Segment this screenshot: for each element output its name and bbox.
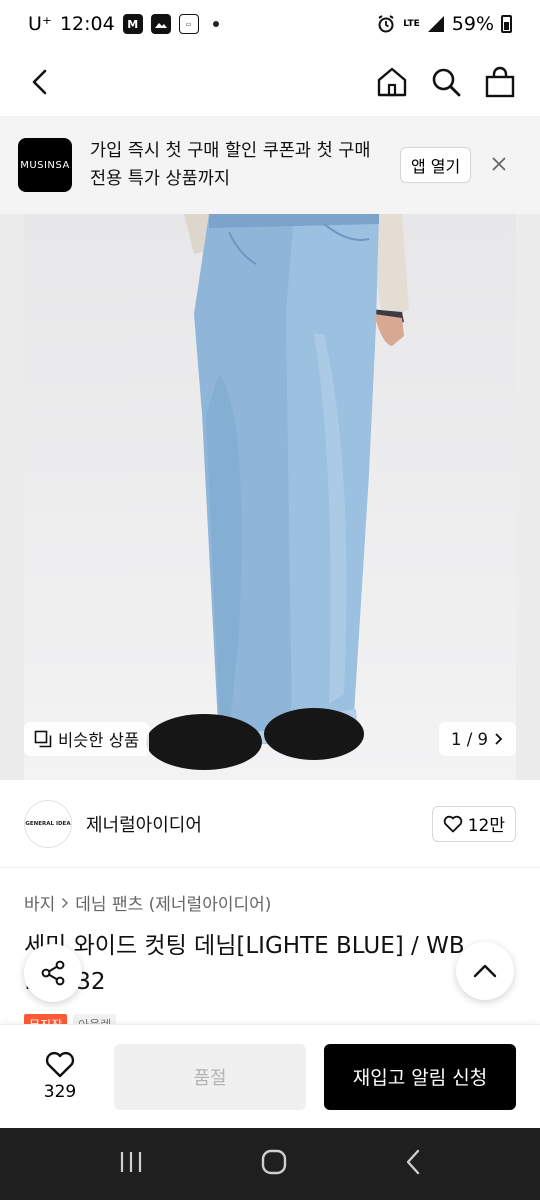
app-notification-icon: ▭	[178, 14, 199, 34]
app-install-banner: MUSINSA 가입 즉시 첫 구매 할인 쿠폰과 첫 구매 전용 특가 상품까…	[0, 116, 540, 214]
status-bar: U⁺ 12:04 M ▭ LTE 59%	[0, 0, 540, 48]
home-system-button[interactable]	[260, 1148, 288, 1180]
product-photo	[24, 214, 516, 780]
lte-indicator: LTE	[403, 18, 420, 29]
carrier: U⁺	[28, 13, 52, 35]
restock-alert-button[interactable]: 재입고 알림 신청	[324, 1043, 516, 1110]
brand-like-count: 12만	[467, 816, 505, 836]
brand-row: GENERAL IDEA 제너럴아이디어 12만	[0, 780, 540, 868]
open-app-button[interactable]: 앱 열기	[400, 147, 472, 183]
signal-icon	[427, 16, 444, 32]
back-arrow-icon	[406, 1149, 420, 1175]
cart-button[interactable]	[484, 66, 516, 98]
close-icon	[492, 156, 506, 171]
home-icon	[377, 67, 407, 97]
musinsa-notification-icon: M	[122, 14, 143, 34]
back-system-button[interactable]	[404, 1148, 422, 1180]
heart-icon	[45, 1051, 75, 1078]
battery-percent: 59%	[451, 13, 494, 35]
home-button[interactable]	[376, 66, 408, 98]
chevron-left-icon	[32, 69, 47, 95]
breadcrumb-subcategory[interactable]: 데님 팬츠 (제너럴아이디어)	[75, 890, 271, 915]
similar-products-label: 비슷한 상품	[58, 731, 140, 750]
gallery-notification-icon	[150, 14, 171, 34]
status-left: U⁺ 12:04 M ▭	[28, 13, 219, 35]
wishlist-count: 329	[43, 1082, 77, 1102]
system-navigation-bar	[0, 1128, 540, 1200]
banner-message: 가입 즉시 첫 구매 할인 쿠폰과 첫 구매 전용 특가 상품까지	[90, 141, 371, 189]
brand-name[interactable]: 제너럴아이디어	[86, 811, 202, 837]
share-icon	[41, 960, 65, 986]
heart-icon	[443, 815, 462, 832]
brand-like-button[interactable]: 12만	[431, 805, 516, 842]
similar-products-chip[interactable]: 비슷한 상품	[24, 722, 150, 756]
more-notifications-dot	[212, 21, 219, 27]
battery-icon	[501, 15, 512, 33]
brand-logo[interactable]: GENERAL IDEA	[24, 799, 72, 848]
product-image-carousel[interactable]: 비슷한 상품 1 / 9	[0, 214, 540, 780]
top-nav	[0, 48, 540, 116]
banner-close-button[interactable]	[491, 153, 507, 178]
copy-icon	[34, 730, 52, 748]
search-button[interactable]	[430, 66, 462, 98]
image-pager-chip[interactable]: 1 / 9	[438, 722, 516, 756]
jeans-illustration	[146, 214, 409, 770]
wishlist-button[interactable]: 329	[24, 1051, 96, 1102]
recent-apps-icon	[120, 1152, 142, 1172]
status-right: LTE 59%	[376, 13, 512, 35]
purchase-action-bar: 329 품절 재입고 알림 신청	[0, 1024, 540, 1128]
scroll-top-button[interactable]	[456, 942, 514, 1000]
clock: 12:04	[59, 13, 115, 35]
image-pager-count: 1 / 9	[450, 729, 488, 749]
back-button[interactable]	[24, 66, 56, 98]
recent-apps-button[interactable]	[118, 1150, 144, 1178]
chevron-right-icon	[495, 733, 503, 745]
soldout-button[interactable]: 품절	[114, 1043, 306, 1110]
chevron-up-icon	[473, 964, 497, 978]
alarm-icon	[378, 15, 394, 33]
share-button[interactable]	[24, 944, 82, 1002]
home-circle-icon	[261, 1149, 287, 1175]
breadcrumb-category[interactable]: 바지	[24, 890, 55, 915]
search-icon	[432, 68, 461, 97]
nav-actions	[376, 66, 516, 98]
product-title: 세미 와이드 컷팅 데님[LIGHTE BLUE] / WB… …1532	[24, 933, 488, 995]
musinsa-logo: MUSINSA	[18, 138, 72, 192]
chevron-right-icon	[62, 897, 69, 908]
shopping-bag-icon	[485, 66, 515, 98]
breadcrumb: 바지 데님 팬츠 (제너럴아이디어)	[24, 890, 271, 915]
